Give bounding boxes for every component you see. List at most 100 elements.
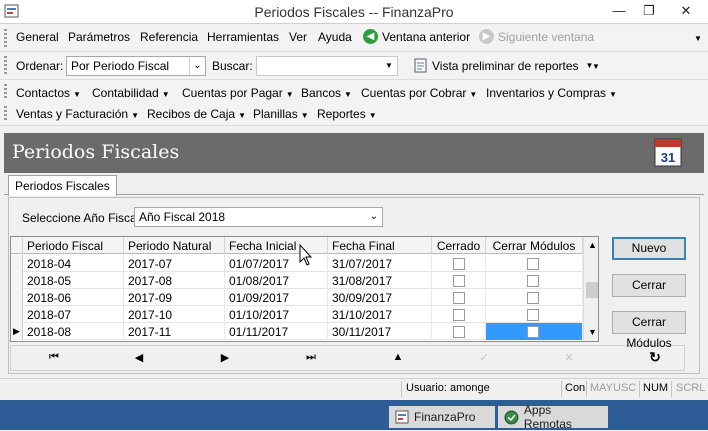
cell-periodo-fiscal[interactable]: 2018-05 (23, 272, 124, 289)
menu-ver[interactable]: Ver (289, 30, 307, 44)
cerrado-checkbox[interactable] (453, 275, 465, 287)
toolbar-grip[interactable] (4, 84, 7, 99)
row-selector[interactable] (11, 272, 23, 289)
cell-cerrar-modulos[interactable] (486, 272, 583, 289)
cell-fecha-final[interactable]: 31/07/2017 (328, 255, 432, 272)
menu-cuentas-por-pagar[interactable]: Cuentas por Pagar ▼ (182, 86, 294, 100)
cerrar-modulos-button[interactable]: Cerrar Módulos (612, 311, 686, 350)
last-record-icon[interactable]: ⏭ (301, 351, 321, 364)
chevron-down-icon[interactable]: ⌄ (189, 57, 205, 75)
first-record-icon[interactable]: ⏮ (44, 351, 64, 364)
cerrar-modulos-checkbox[interactable] (527, 326, 539, 338)
cell-cerrar-modulos[interactable] (486, 306, 583, 323)
tab-periodos-fiscales[interactable]: Periodos Fiscales (8, 175, 117, 196)
minimize-button[interactable]: — (604, 0, 634, 22)
menu-contactos[interactable]: Contactos ▼ (16, 86, 81, 100)
search-input[interactable]: ▼ (256, 56, 398, 76)
previous-record-icon[interactable]: ◀ (129, 351, 149, 364)
next-record-icon[interactable]: ▶ (215, 351, 235, 364)
cerrar-modulos-checkbox[interactable] (527, 275, 539, 287)
menu-inventarios-compras[interactable]: Inventarios y Compras ▼ (486, 86, 617, 100)
report-preview-button[interactable]: Vista preliminar de reportes ▼ (414, 58, 593, 73)
cell-fecha-inicial[interactable]: 01/08/2017 (225, 272, 328, 289)
cell-fecha-inicial[interactable]: 01/09/2017 (225, 289, 328, 306)
cell-periodo-natural[interactable]: 2017-08 (124, 272, 225, 289)
cell-fecha-final[interactable]: 31/10/2017 (328, 306, 432, 323)
toolbar-grip[interactable] (4, 29, 7, 47)
toolbar-overflow-icon[interactable]: ▼ (592, 62, 600, 71)
cerrar-button[interactable]: Cerrar (612, 274, 686, 297)
menu-herramientas[interactable]: Herramientas (207, 30, 279, 44)
insert-record-icon[interactable]: ▲ (388, 351, 408, 363)
cerrado-checkbox[interactable] (453, 292, 465, 304)
table-row[interactable]: 2018-05 2017-08 01/08/2017 31/08/2017 (11, 272, 598, 289)
cerrar-modulos-checkbox[interactable] (527, 258, 539, 270)
cell-cerrado[interactable] (432, 289, 486, 306)
cerrado-checkbox[interactable] (453, 258, 465, 270)
row-selector[interactable] (11, 289, 23, 306)
table-row[interactable]: 2018-07 2017-10 01/10/2017 31/10/2017 (11, 306, 598, 323)
cell-periodo-natural[interactable]: 2017-07 (124, 255, 225, 272)
column-header-fecha-final[interactable]: Fecha Final (328, 237, 432, 254)
toolbar-grip[interactable] (4, 56, 7, 75)
column-header-periodo-fiscal[interactable]: Periodo Fiscal (23, 237, 124, 254)
cell-fecha-final[interactable]: 31/08/2017 (328, 272, 432, 289)
cell-cerrado[interactable] (432, 306, 486, 323)
cerrado-checkbox[interactable] (453, 326, 465, 338)
search-dropdown-icon[interactable]: ▼ (381, 57, 397, 75)
cell-periodo-fiscal[interactable]: 2018-07 (23, 306, 124, 323)
table-row[interactable]: ▶ 2018-08 2017-11 01/11/2017 30/11/2017 (11, 323, 598, 340)
post-record-icon[interactable]: ✓ (474, 351, 494, 364)
menu-cuentas-por-cobrar[interactable]: Cuentas por Cobrar ▼ (361, 86, 477, 100)
order-select[interactable]: Por Periodo Fiscal ⌄ (66, 56, 206, 76)
cell-cerrar-modulos[interactable] (486, 323, 583, 340)
menu-planillas[interactable]: Planillas ▼ (253, 107, 309, 121)
row-selector[interactable]: ▶ (11, 323, 23, 340)
menu-recibos-caja[interactable]: Recibos de Caja ▼ (147, 107, 246, 121)
menu-reportes[interactable]: Reportes ▼ (317, 107, 377, 121)
cell-periodo-fiscal[interactable]: 2018-08 (23, 323, 124, 340)
taskbar-apps-remotas[interactable]: Apps Remotas (498, 403, 608, 431)
cell-cerrado[interactable] (432, 272, 486, 289)
fiscal-year-select[interactable]: Año Fiscal 2018 ⌄ (134, 207, 383, 227)
menu-referencia[interactable]: Referencia (140, 30, 198, 44)
menu-bancos[interactable]: Bancos ▼ (301, 86, 352, 100)
scroll-thumb[interactable] (586, 282, 598, 298)
cerrar-modulos-checkbox[interactable] (527, 309, 539, 321)
cell-periodo-natural[interactable]: 2017-09 (124, 289, 225, 306)
row-selector[interactable] (11, 306, 23, 323)
cerrado-checkbox[interactable] (453, 309, 465, 321)
cell-cerrado[interactable] (432, 323, 486, 340)
vertical-scrollbar[interactable]: ▲ ▼ (583, 237, 598, 341)
menu-ventas-facturacion[interactable]: Ventas y Facturación ▼ (16, 107, 139, 121)
maximize-button[interactable]: ❐ (634, 0, 664, 22)
menu-parametros[interactable]: Parámetros (68, 30, 130, 44)
scroll-down-icon[interactable]: ▼ (586, 326, 598, 339)
menu-general[interactable]: General (16, 30, 59, 44)
cerrar-modulos-checkbox[interactable] (527, 292, 539, 304)
toolbar-grip[interactable] (4, 106, 7, 121)
menu-contabilidad[interactable]: Contabilidad ▼ (92, 86, 170, 100)
cell-cerrado[interactable] (432, 255, 486, 272)
cell-periodo-fiscal[interactable]: 2018-06 (23, 289, 124, 306)
cell-fecha-inicial[interactable]: 01/10/2017 (225, 306, 328, 323)
close-button[interactable]: ✕ (664, 0, 708, 22)
cancel-record-icon[interactable]: ✕ (559, 351, 579, 364)
toolbar-overflow-icon[interactable]: ▼ (694, 34, 702, 43)
column-header-periodo-natural[interactable]: Periodo Natural (124, 237, 225, 254)
cell-fecha-final[interactable]: 30/09/2017 (328, 289, 432, 306)
back-window-button[interactable]: ◀ Ventana anterior (363, 29, 470, 44)
cell-periodo-natural[interactable]: 2017-10 (124, 306, 225, 323)
menu-ayuda[interactable]: Ayuda (318, 30, 352, 44)
cell-periodo-fiscal[interactable]: 2018-04 (23, 255, 124, 272)
row-selector[interactable] (11, 255, 23, 272)
nuevo-button[interactable]: Nuevo (612, 237, 686, 260)
scroll-up-icon[interactable]: ▲ (586, 239, 598, 252)
table-row[interactable]: 2018-06 2017-09 01/09/2017 30/09/2017 (11, 289, 598, 306)
cell-fecha-inicial[interactable]: 01/11/2017 (225, 323, 328, 340)
cell-cerrar-modulos[interactable] (486, 289, 583, 306)
column-header-cerrar-modulos[interactable]: Cerrar Módulos (486, 237, 583, 254)
cell-periodo-natural[interactable]: 2017-11 (124, 323, 225, 340)
taskbar-finanzapro[interactable]: FinanzaPro (389, 406, 495, 428)
chevron-down-icon[interactable]: ⌄ (366, 208, 382, 226)
